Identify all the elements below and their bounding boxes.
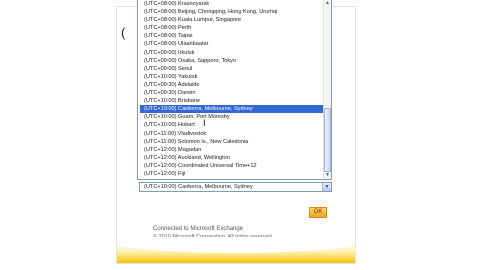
- timezone-option[interactable]: (UTC+12:00) Auckland, Wellington: [140, 154, 323, 162]
- timezone-dropdown-list[interactable]: (UTC+08:00) Krasnoyarsk (UTC+08:00) Beiji…: [137, 0, 332, 180]
- timezone-option[interactable]: (UTC+10:00) Brisbane: [140, 97, 323, 105]
- timezone-option[interactable]: (UTC+09:30) Adelaide: [140, 81, 323, 89]
- scrollbar[interactable]: ▲ ▼: [323, 0, 331, 179]
- timezone-option[interactable]: (UTC+09:00) Irkutsk: [140, 49, 323, 57]
- scroll-up-arrow-icon[interactable]: ▲: [324, 0, 331, 7]
- connection-status: Connected to Microsoft Exchange: [153, 226, 244, 232]
- timezone-option[interactable]: (UTC+09:00) Osaka, Sapporo, Tokyo: [140, 57, 323, 65]
- timezone-option[interactable]: (UTC+12:00) Fiji: [140, 170, 323, 178]
- scroll-down-arrow-icon[interactable]: ▼: [324, 172, 331, 179]
- timezone-select-value: (UTC+10:00) Canberra, Melbourne, Sydney: [144, 184, 253, 190]
- timezone-option[interactable]: (UTC+08:00) Perth: [140, 24, 323, 32]
- timezone-option[interactable]: (UTC+08:00) Ulaanbaatar: [140, 40, 323, 48]
- timezone-option[interactable]: (UTC+08:00) Beijing, Chongqing, Hong Kon…: [140, 8, 323, 16]
- timezone-option[interactable]: (UTC+10:00) Guam, Port Moresby: [140, 113, 323, 121]
- timezone-option[interactable]: (UTC+12:00) Magadan: [140, 146, 323, 154]
- timezone-option[interactable]: (UTC+08:00) Kuala Lumpur, Singapore: [140, 16, 323, 24]
- ok-button[interactable]: OK: [309, 207, 327, 218]
- panel-partial-text: (: [121, 25, 126, 40]
- timezone-option[interactable]: (UTC+10:00) Hobart: [140, 121, 323, 129]
- timezone-option[interactable]: (UTC+10:00) Yakutsk: [140, 73, 323, 81]
- timezone-option[interactable]: (UTC+12:00) Petropavlovsk-Kamchatsky - O…: [140, 178, 323, 179]
- timezone-option[interactable]: (UTC+10:00) Canberra, Melbourne, Sydney: [140, 105, 323, 114]
- text-cursor-icon: I: [203, 118, 206, 128]
- timezone-select[interactable]: (UTC+10:00) Canberra, Melbourne, Sydney …: [139, 182, 332, 192]
- timezone-option[interactable]: (UTC+08:00) Krasnoyarsk: [140, 0, 323, 8]
- timezone-option[interactable]: (UTC+12:00) Coordinated Universal Time+1…: [140, 162, 323, 170]
- timezone-option[interactable]: (UTC+08:00) Taipei: [140, 32, 323, 40]
- timezone-option[interactable]: (UTC+09:00) Seoul: [140, 65, 323, 73]
- timezone-option[interactable]: (UTC+09:30) Darwin: [140, 89, 323, 97]
- timezone-options[interactable]: (UTC+08:00) Krasnoyarsk (UTC+08:00) Beiji…: [140, 0, 323, 179]
- timezone-option[interactable]: (UTC+11:00) Solomon Is., New Caledonia: [140, 138, 323, 146]
- chevron-down-icon[interactable]: ▼: [322, 183, 331, 191]
- scrollbar-thumb[interactable]: [324, 108, 331, 172]
- timezone-option[interactable]: (UTC+11:00) Vladivostok: [140, 130, 323, 138]
- brand-swoosh: [117, 237, 355, 263]
